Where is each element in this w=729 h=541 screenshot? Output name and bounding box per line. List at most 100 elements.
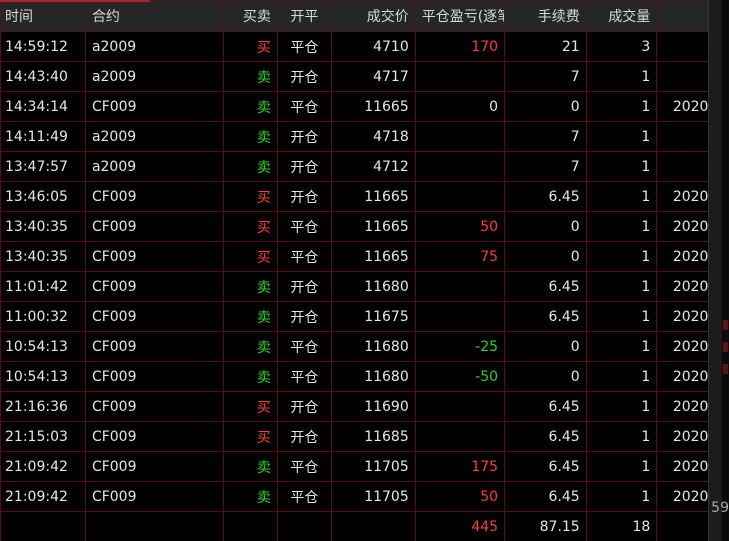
table-row[interactable]: 13:47:57a2009卖开仓4712 7112833 [0, 151, 708, 182]
totals-empty-main [656, 511, 708, 541]
cell-time: 11:01:42 [0, 271, 86, 302]
table-row[interactable]: 14:34:14CF009卖平仓11665001202006241 [0, 91, 708, 122]
cell-side: 卖 [222, 61, 278, 92]
cell-price: 11665 [330, 181, 416, 212]
cell-openclose: 开仓 [276, 301, 332, 332]
cell-price: 11675 [330, 301, 416, 332]
cell-pnl [414, 151, 506, 182]
cell-side: 卖 [222, 151, 278, 182]
cell-time: 14:34:14 [0, 91, 86, 122]
cell-main: 202006240 [656, 421, 708, 452]
col-header-time[interactable]: 时间 [0, 0, 86, 32]
vertical-scrollbar[interactable] [708, 0, 722, 541]
splitter-marker [723, 320, 728, 330]
col-header-contract[interactable]: 合约 [84, 0, 224, 32]
cell-qty: 1 [585, 211, 658, 242]
cell-side: 卖 [222, 361, 278, 392]
table-row[interactable]: 13:40:35CF009买平仓116655001202006241 [0, 211, 708, 242]
col-header-side[interactable]: 买卖 [222, 0, 278, 32]
col-header-main[interactable]: 主 [656, 0, 708, 32]
cell-price: 4712 [330, 151, 416, 182]
cell-contract: a2009 [84, 31, 224, 62]
cell-fee: 0 [504, 361, 587, 392]
table-row[interactable]: 10:54:13CF009卖平仓11680-2501202006240 [0, 331, 708, 362]
totals-empty-openclose [276, 511, 332, 541]
cell-main: 202006240 [656, 271, 708, 302]
cell-openclose: 平仓 [276, 91, 332, 122]
cell-qty: 1 [585, 301, 658, 332]
cell-price: 4718 [330, 121, 416, 152]
col-header-pnl[interactable]: 平仓盈亏(逐笔 [414, 0, 506, 32]
cell-time: 13:46:05 [0, 181, 86, 212]
total-fee: 87.15 [504, 511, 587, 541]
cell-openclose: 平仓 [276, 451, 332, 482]
cell-side: 买 [222, 241, 278, 272]
cell-contract: CF009 [84, 211, 224, 242]
cell-side: 卖 [222, 451, 278, 482]
cell-main: 202006240 [656, 331, 708, 362]
table-row[interactable]: 21:09:42CF009卖平仓11705506.451202006240 [0, 481, 708, 512]
cell-time: 14:11:49 [0, 121, 86, 152]
cell-time: 21:16:36 [0, 391, 86, 422]
cell-time: 21:09:42 [0, 451, 86, 482]
table-row[interactable]: 14:43:40a2009卖开仓4717 7113292 [0, 61, 708, 92]
cell-fee: 6.45 [504, 181, 587, 212]
cell-pnl [414, 301, 506, 332]
trade-table: 时间 合约 买卖 开平 成交价 平仓盈亏(逐笔 手续费 成交量 主 14:59:… [0, 0, 708, 541]
cell-qty: 1 [585, 421, 658, 452]
cell-openclose: 开仓 [276, 271, 332, 302]
table-row[interactable]: 14:59:12a2009买平仓471017021313474 [0, 31, 708, 62]
right-side-panel: 59 [708, 0, 729, 541]
cell-main: 202006241 [656, 181, 708, 212]
cell-side: 买 [222, 31, 278, 62]
col-header-qty[interactable]: 成交量 [585, 0, 658, 32]
cell-main: 202006240 [656, 451, 708, 482]
cell-qty: 1 [585, 181, 658, 212]
cell-openclose: 开仓 [276, 421, 332, 452]
cell-openclose: 平仓 [276, 361, 332, 392]
cell-side: 卖 [222, 271, 278, 302]
table-row[interactable]: 10:54:13CF009卖平仓11680-5001202006240 [0, 361, 708, 392]
cell-pnl: -25 [414, 331, 506, 362]
cell-contract: CF009 [84, 451, 224, 482]
table-row[interactable]: 11:00:32CF009卖开仓11675 6.451202006240 [0, 301, 708, 332]
table-row[interactable]: 21:15:03CF009买开仓11685 6.451202006240 [0, 421, 708, 452]
cell-contract: CF009 [84, 391, 224, 422]
col-header-price[interactable]: 成交价 [330, 0, 416, 32]
cell-fee: 6.45 [504, 271, 587, 302]
cell-pnl [414, 181, 506, 212]
cell-fee: 6.45 [504, 421, 587, 452]
totals-empty-price [330, 511, 416, 541]
table-row[interactable]: 14:11:49a2009卖开仓4718 7113004 [0, 121, 708, 152]
col-header-fee[interactable]: 手续费 [504, 0, 587, 32]
cell-price: 11685 [330, 421, 416, 452]
cell-fee: 6.45 [504, 301, 587, 332]
cell-contract: CF009 [84, 481, 224, 512]
cell-qty: 3 [585, 31, 658, 62]
table-row[interactable]: 11:01:42CF009卖开仓11680 6.451202006240 [0, 271, 708, 302]
cell-openclose: 开仓 [276, 151, 332, 182]
cell-fee: 0 [504, 211, 587, 242]
cell-pnl: 175 [414, 451, 506, 482]
cell-contract: CF009 [84, 421, 224, 452]
cell-contract: a2009 [84, 151, 224, 182]
cell-side: 买 [222, 391, 278, 422]
table-row[interactable]: 21:09:42CF009卖平仓117051756.451202006240 [0, 451, 708, 482]
table-row[interactable]: 13:46:05CF009买开仓11665 6.451202006241 [0, 181, 708, 212]
cell-openclose: 平仓 [276, 241, 332, 272]
cell-openclose: 平仓 [276, 211, 332, 242]
cell-price: 11690 [330, 391, 416, 422]
table-row[interactable]: 13:40:35CF009买平仓116657501202006241 [0, 241, 708, 272]
cell-qty: 1 [585, 91, 658, 122]
side-panel-value: 59 [711, 500, 729, 516]
cell-main: 202006241 [656, 91, 708, 122]
cell-main: 13474 [656, 31, 708, 62]
cell-time: 14:59:12 [0, 31, 86, 62]
table-body: 14:59:12a2009买平仓47101702131347414:43:40a… [0, 31, 708, 512]
cell-side: 卖 [222, 301, 278, 332]
col-header-openclose[interactable]: 开平 [276, 0, 332, 32]
table-row[interactable]: 21:16:36CF009买开仓11690 6.451202006240 [0, 391, 708, 422]
cell-price: 4710 [330, 31, 416, 62]
totals-row: 445 87.15 18 [0, 511, 708, 541]
cell-main: 202006240 [656, 391, 708, 422]
